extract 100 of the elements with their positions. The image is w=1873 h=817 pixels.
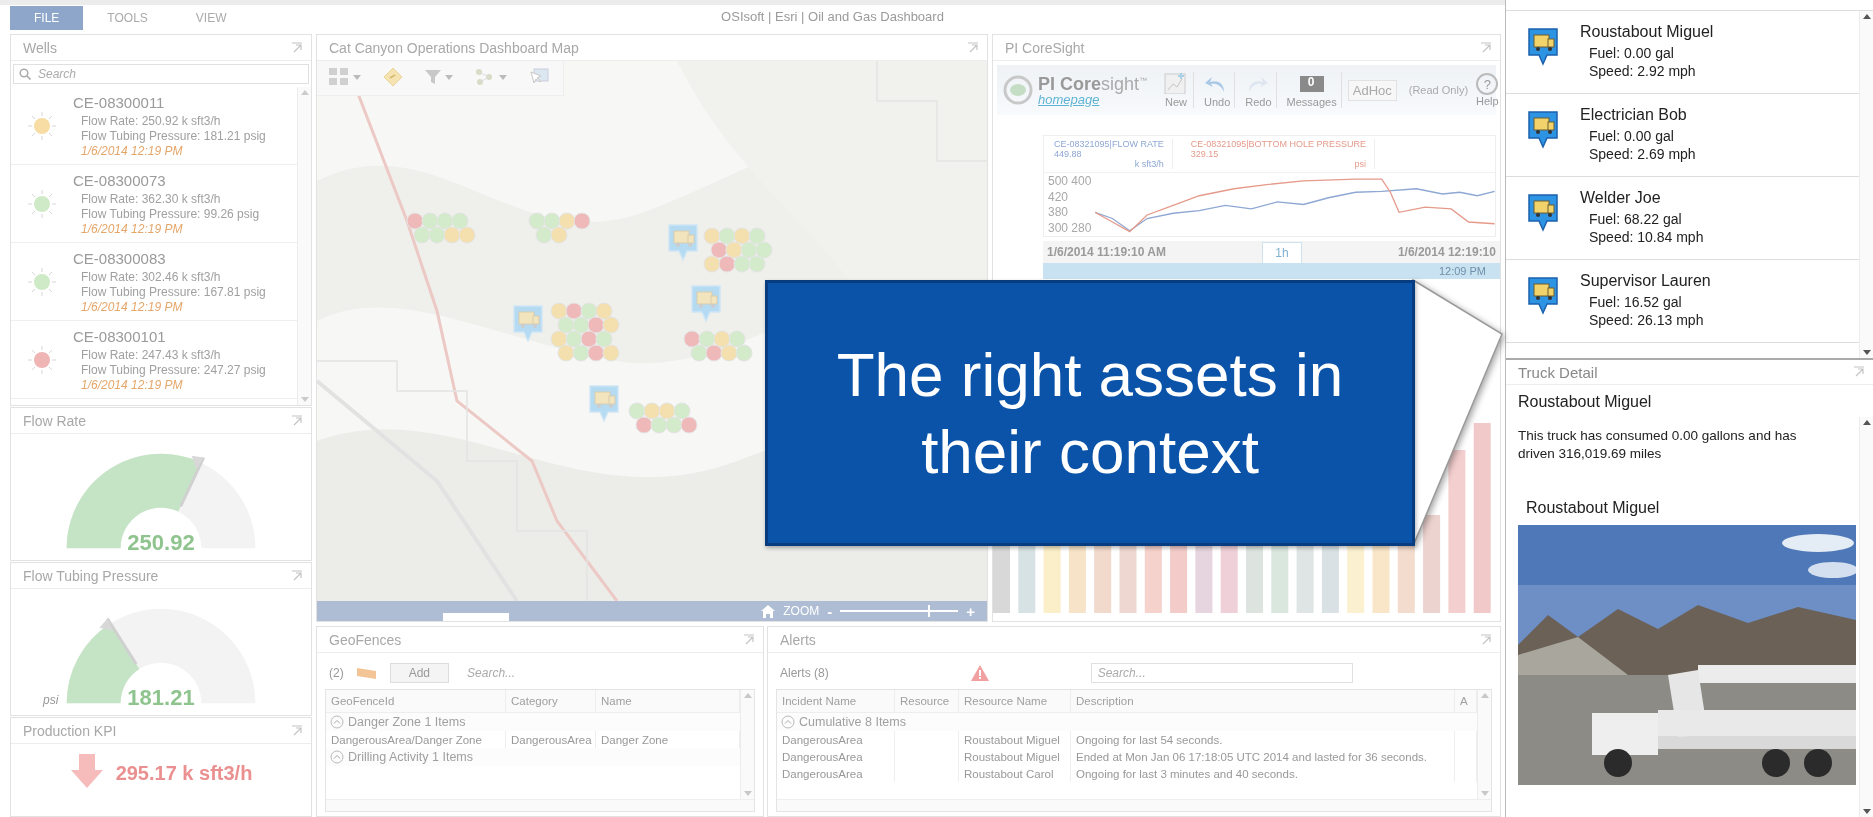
search-field[interactable]: Search bbox=[13, 64, 309, 84]
scroll-up-icon[interactable] bbox=[1862, 14, 1871, 19]
zoom-out-button[interactable]: - bbox=[827, 602, 833, 620]
scrollbar[interactable] bbox=[777, 799, 1491, 811]
truck-pin-icon bbox=[587, 384, 621, 424]
legend-value: 329.15 bbox=[1190, 149, 1220, 159]
collapse-icon[interactable] bbox=[330, 715, 344, 729]
expand-icon[interactable] bbox=[1480, 41, 1492, 54]
truck-icon[interactable] bbox=[1526, 193, 1560, 233]
scroll-down-icon[interactable] bbox=[1862, 809, 1871, 814]
flow-rate-text: Flow Rate: 247.43 k sft3/h bbox=[80, 347, 222, 362]
table-cell: DangerousArea bbox=[777, 765, 895, 782]
column-header[interactable]: Category bbox=[506, 690, 596, 712]
timestamp: 1/6/2014 12:19 PM bbox=[80, 143, 184, 158]
time-span-tab[interactable]: 1h bbox=[1262, 242, 1302, 263]
zoom-label: ZOOM bbox=[783, 604, 820, 618]
unit-label: psi bbox=[43, 693, 59, 707]
axis-label: 420 bbox=[1048, 189, 1070, 204]
expand-icon[interactable] bbox=[1480, 633, 1492, 646]
column-header[interactable]: Resource Name bbox=[959, 690, 1071, 712]
expand-icon[interactable] bbox=[291, 414, 303, 427]
timestamp: 1/6/2014 12:19 PM bbox=[80, 377, 184, 392]
truck-icon[interactable] bbox=[1526, 110, 1560, 150]
axis-label: 500 400 bbox=[1048, 174, 1092, 188]
cursor-time: 12:09 PM bbox=[1438, 265, 1486, 277]
grid-icon[interactable] bbox=[329, 68, 349, 86]
scroll-down-icon[interactable] bbox=[1862, 350, 1871, 355]
undo-button[interactable]: Undo bbox=[1200, 72, 1236, 108]
legend-unit: k sft3/h bbox=[1133, 159, 1164, 169]
panel-title: Flow Tubing Pressure bbox=[23, 567, 159, 584]
mode-label: (Read Only) bbox=[1408, 84, 1469, 96]
caret-icon[interactable] bbox=[353, 74, 361, 80]
add-button[interactable]: Add bbox=[389, 663, 450, 683]
truck-name: Roustabout Miguel bbox=[1518, 393, 1653, 411]
truck-icon[interactable] bbox=[1526, 27, 1560, 67]
zoom-in-button[interactable]: + bbox=[966, 602, 975, 620]
well-id: CE-08300011 bbox=[73, 93, 166, 111]
timeline-ruler[interactable]: 12:09 PM bbox=[1043, 263, 1500, 279]
diamond-icon[interactable] bbox=[383, 67, 403, 87]
truck-summary: This truck has consumed 0.00 gallons and has driven 316,019.69 miles bbox=[1518, 427, 1798, 463]
truck-icon[interactable] bbox=[1526, 276, 1560, 316]
expand-icon[interactable] bbox=[967, 41, 979, 54]
item-count: Alerts (8) bbox=[780, 666, 829, 680]
cursor-icon[interactable] bbox=[529, 68, 549, 86]
axis-label: 380 bbox=[1048, 205, 1070, 220]
table-cell: Roustabout Miguel bbox=[959, 731, 1071, 748]
expand-icon[interactable] bbox=[1853, 366, 1865, 378]
down-arrow-icon bbox=[69, 754, 104, 788]
scrollbar[interactable] bbox=[1859, 417, 1873, 817]
expand-icon[interactable] bbox=[291, 724, 303, 737]
zoom-thumb[interactable] bbox=[927, 605, 930, 617]
kpi-value: 295.17 k sft3/h bbox=[115, 762, 253, 785]
timestamp: 1/6/2014 12:19 PM bbox=[80, 221, 184, 236]
caret-icon[interactable] bbox=[445, 74, 453, 80]
expand-icon[interactable] bbox=[291, 569, 303, 582]
speed-text: Speed: 2.69 mph bbox=[1588, 145, 1697, 163]
menu-tab[interactable]: FILE bbox=[10, 6, 84, 30]
truck-name: Welder Joe bbox=[1580, 189, 1662, 207]
scrollbar[interactable] bbox=[1859, 11, 1873, 358]
scrollbar[interactable] bbox=[326, 799, 754, 811]
filter-icon[interactable] bbox=[425, 69, 441, 85]
legend-unit: psi bbox=[1353, 159, 1366, 169]
new-button[interactable]: New bbox=[1159, 72, 1194, 108]
search-field[interactable]: Search... bbox=[1090, 663, 1353, 683]
menu-tab[interactable]: VIEW bbox=[171, 6, 251, 30]
expand-icon[interactable] bbox=[291, 41, 303, 54]
redo-button[interactable]: Redo bbox=[1241, 72, 1277, 108]
fuel-text: Fuel: 0.00 gal bbox=[1588, 127, 1675, 145]
panel-tab[interactable] bbox=[443, 613, 509, 621]
scroll-up-icon[interactable] bbox=[1862, 420, 1871, 425]
group-label: Cumulative 8 Items bbox=[799, 715, 906, 729]
network-icon[interactable] bbox=[475, 69, 495, 85]
group-label: Drilling Activity 1 Items bbox=[348, 750, 474, 764]
view-select[interactable]: AdHoc bbox=[1347, 79, 1397, 101]
start-time: 1/6/2014 11:19:10 AM bbox=[1047, 245, 1166, 259]
caret-icon[interactable] bbox=[499, 74, 507, 80]
messages-button[interactable]: 0 Messages bbox=[1282, 72, 1342, 108]
panel-title: Cat Canyon Operations Dashboard Map bbox=[329, 39, 579, 56]
speed-text: Speed: 26.13 mph bbox=[1588, 311, 1705, 329]
collapse-icon[interactable] bbox=[781, 715, 795, 729]
fence-icon bbox=[355, 666, 378, 680]
photo-caption: Roustabout Miguel bbox=[1526, 499, 1661, 517]
expand-icon[interactable] bbox=[743, 633, 755, 646]
collapse-icon[interactable] bbox=[330, 750, 344, 764]
legend-value: 449.88 bbox=[1054, 149, 1083, 159]
menu-tab[interactable]: TOOLS bbox=[83, 6, 172, 30]
flow-rate-text: Flow Rate: 302.46 k sft3/h bbox=[80, 269, 222, 284]
message-count: 0 bbox=[1307, 75, 1315, 89]
gauge-value: 181.21 bbox=[127, 685, 195, 710]
column-header[interactable]: Resource bbox=[895, 690, 959, 712]
well-id: CE-08300101 bbox=[73, 327, 167, 345]
truck-pin-icon bbox=[689, 284, 723, 324]
home-icon[interactable] bbox=[761, 604, 776, 618]
column-header[interactable]: Incident Name bbox=[777, 690, 895, 712]
column-header[interactable]: Description bbox=[1071, 690, 1455, 712]
table-cell: Ongoing for last 54 seconds. bbox=[1071, 731, 1455, 748]
column-header[interactable]: GeoFenceId bbox=[326, 690, 506, 712]
table-cell: Roustabout Miguel bbox=[959, 748, 1071, 765]
panel-title: Truck Detail bbox=[1518, 363, 1598, 381]
table-cell: Roustabout Carol bbox=[959, 765, 1071, 782]
